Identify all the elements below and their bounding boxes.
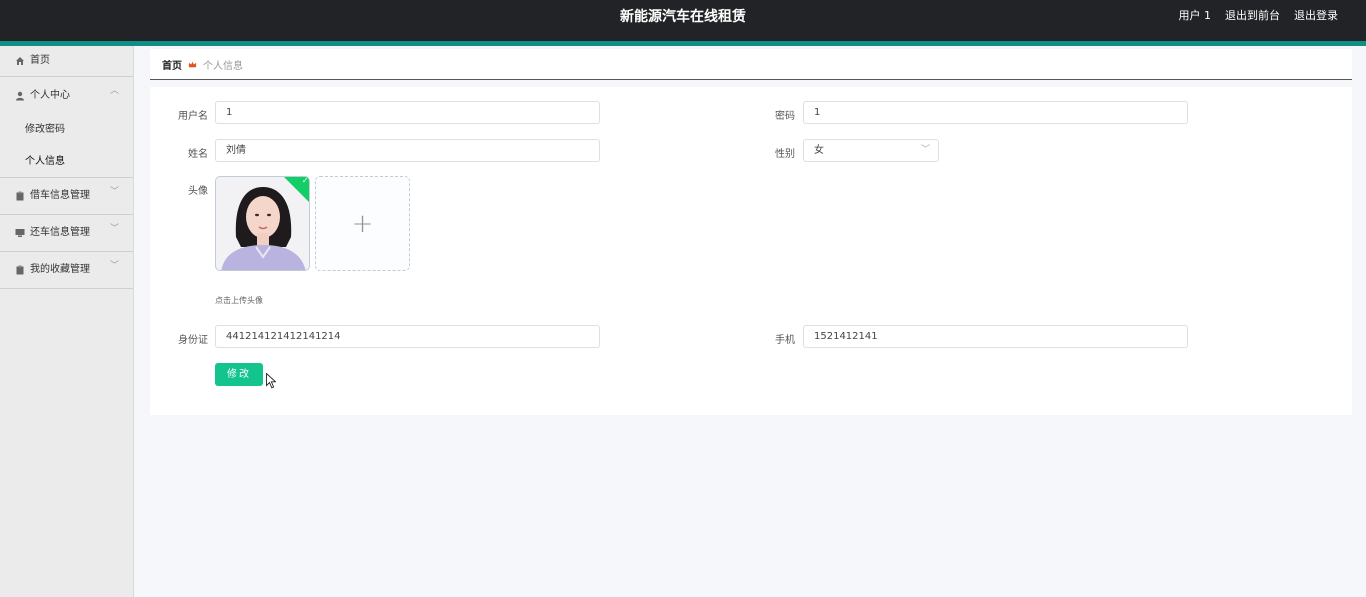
sidebar-item-label: 借车信息管理 [30, 190, 90, 201]
gender-selected-value: 女 [814, 145, 824, 156]
phone-field[interactable]: 1521412141 [803, 325, 1188, 348]
mouse-cursor-icon [266, 373, 276, 389]
idcard-field[interactable]: 441214121412141214 [215, 325, 600, 348]
avatar-preview[interactable]: ✓ [215, 176, 310, 271]
sidebar-item-label: 我的收藏管理 [30, 264, 90, 275]
current-user-label[interactable]: 用户 1 [1179, 0, 1212, 34]
sidebar-item-label: 首页 [30, 55, 50, 66]
breadcrumb-current: 个人信息 [203, 60, 243, 72]
avatar-photo [216, 177, 309, 270]
plus-icon: + [351, 208, 374, 239]
chevron-down-icon: ﹀ [109, 187, 119, 197]
crown-icon [188, 61, 197, 67]
submit-button[interactable]: 修改 [215, 363, 263, 386]
sidebar-item-label: 个人中心 [30, 89, 70, 101]
gender-select[interactable]: 女 ﹀ [803, 139, 939, 162]
chevron-down-icon: ﹀ [109, 224, 119, 234]
header-actions: 用户 1 退出到前台 退出登录 [1179, 0, 1339, 34]
scrollbar-track[interactable] [1352, 46, 1366, 597]
chevron-down-icon: ﹀ [920, 145, 930, 155]
header-accent-bar [0, 41, 1366, 46]
avatar-label: 头像 [188, 186, 208, 197]
home-icon [16, 57, 24, 65]
password-field[interactable]: 1 [803, 101, 1188, 124]
sidebar-item-favorites-management[interactable]: 我的收藏管理 ﹀ [0, 252, 133, 289]
username-label: 用户名 [178, 111, 208, 122]
name-label: 姓名 [188, 149, 208, 160]
sidebar-item-label: 还车信息管理 [30, 227, 90, 238]
gender-label: 性别 [775, 149, 795, 160]
user-icon [16, 91, 24, 100]
clipboard-icon [16, 265, 24, 275]
password-label: 密码 [775, 111, 795, 122]
sidebar-item-personal-center[interactable]: 个人中心 ︿ [0, 77, 133, 114]
username-field[interactable]: 1 [215, 101, 600, 124]
avatar-upload-hint: 点击上传头像 [215, 296, 263, 305]
back-to-frontend-link[interactable]: 退出到前台 [1225, 0, 1280, 34]
phone-label: 手机 [775, 335, 795, 346]
avatar-upload-button[interactable]: + [315, 176, 410, 271]
idcard-label: 身份证 [178, 335, 208, 346]
sidebar-subitem-change-password[interactable]: 修改密码 [0, 114, 133, 146]
breadcrumb-home[interactable]: 首页 [162, 57, 182, 72]
clipboard-icon [16, 191, 24, 201]
name-field[interactable]: 刘倩 [215, 139, 600, 162]
monitor-icon [15, 229, 25, 237]
breadcrumb: 首页 个人信息 [150, 49, 1352, 80]
chevron-up-icon: ︿ [109, 86, 119, 96]
sidebar-item-borrow-management[interactable]: 借车信息管理 ﹀ [0, 178, 133, 215]
app-title: 新能源汽车在线租赁 [620, 9, 746, 25]
sidebar-subitem-personal-info[interactable]: 个人信息 [0, 146, 133, 178]
sidebar-item-home[interactable]: 首页 [0, 46, 133, 77]
sidebar: 首页 个人中心 ︿ 修改密码 个人信息 借车信息管理 ﹀ 还车信息管理 ﹀ 我的… [0, 46, 134, 597]
logout-link[interactable]: 退出登录 [1294, 0, 1338, 34]
chevron-down-icon: ﹀ [109, 261, 119, 271]
sidebar-item-return-management[interactable]: 还车信息管理 ﹀ [0, 215, 133, 252]
check-icon: ✓ [301, 176, 309, 185]
